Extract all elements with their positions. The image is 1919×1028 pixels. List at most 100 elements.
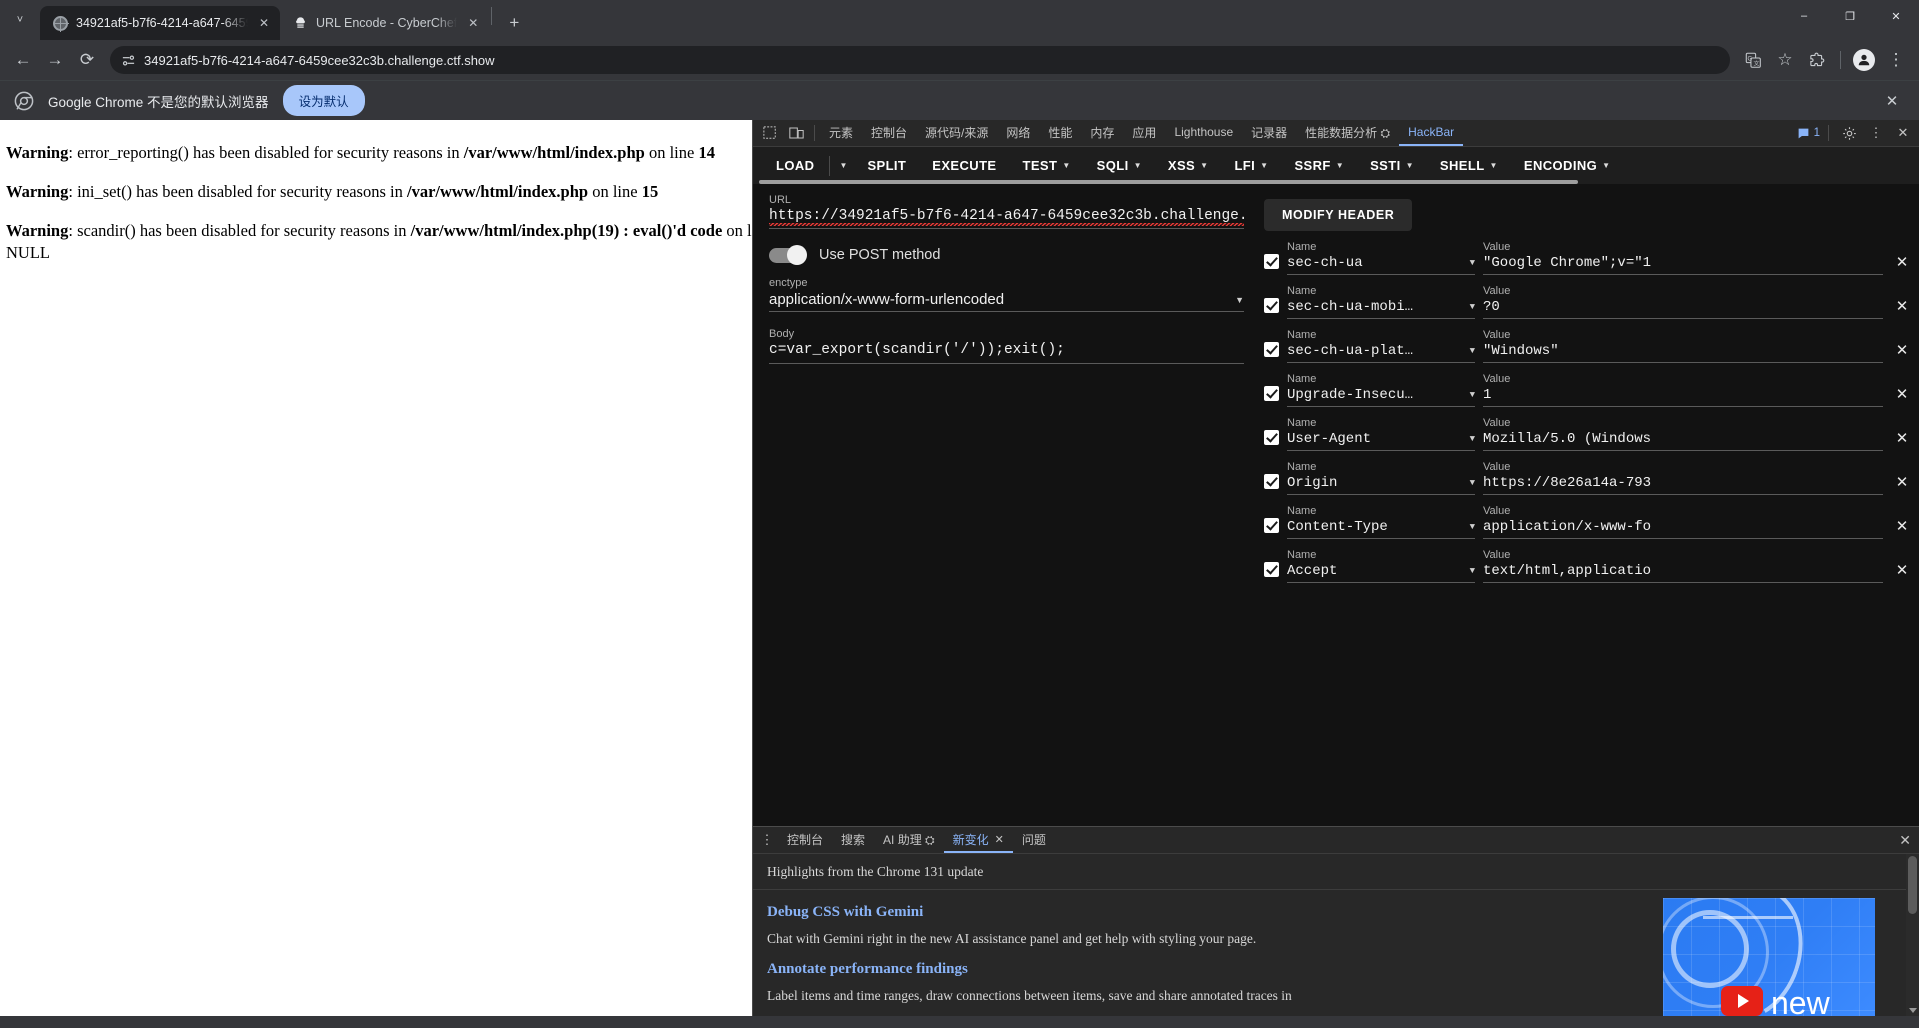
tab-console[interactable]: 控制台 — [862, 120, 916, 146]
header-enabled-checkbox[interactable] — [1264, 430, 1279, 445]
infobar-close-icon[interactable]: ✕ — [1879, 88, 1905, 114]
hackbar-xss-menu[interactable]: XSS ▼ — [1155, 149, 1222, 182]
tab-hackbar[interactable]: HackBar — [1399, 120, 1464, 146]
tab-recorder[interactable]: 记录器 — [1242, 120, 1296, 146]
header-value-input[interactable]: ?0 — [1483, 299, 1883, 319]
header-name-select[interactable]: sec-ch-ua-mobi… ▼ — [1287, 299, 1475, 319]
tab-network[interactable]: 网络 — [997, 120, 1039, 146]
header-remove-icon[interactable]: ✕ — [1891, 253, 1913, 271]
drawer-scrollbar[interactable] — [1906, 854, 1919, 1016]
header-enabled-checkbox[interactable] — [1264, 298, 1279, 313]
header-remove-icon[interactable]: ✕ — [1891, 429, 1913, 447]
tab-elements[interactable]: 元素 — [820, 120, 862, 146]
header-remove-icon[interactable]: ✕ — [1891, 341, 1913, 359]
hackbar-load-button[interactable]: LOAD — [763, 149, 827, 182]
header-enabled-checkbox[interactable] — [1264, 342, 1279, 357]
hackbar-lfi-menu[interactable]: LFI ▼ — [1221, 149, 1281, 182]
body-input[interactable]: c=var_export(scandir('/'));exit(); — [769, 342, 1244, 364]
header-name-select[interactable]: User-Agent ▼ — [1287, 431, 1475, 451]
hackbar-ssrf-menu[interactable]: SSRF ▼ — [1281, 149, 1357, 182]
header-name-select[interactable]: Accept ▼ — [1287, 563, 1475, 583]
header-value-input[interactable]: text/html,applicatio — [1483, 563, 1883, 583]
drawer-tab-console[interactable]: 控制台 — [778, 827, 832, 853]
header-remove-icon[interactable]: ✕ — [1891, 517, 1913, 535]
drawer-tab-issues[interactable]: 问题 — [1013, 827, 1055, 853]
header-value-input[interactable]: "Windows" — [1483, 343, 1883, 363]
browser-tab-2-close-icon[interactable]: ✕ — [465, 15, 481, 31]
browser-tab-1[interactable]: 34921af5-b7f6-4214-a647-6459cee32c3b.cha… — [40, 6, 280, 40]
hackbar-toolbar-scrollbar[interactable] — [759, 180, 1913, 184]
youtube-play-icon[interactable] — [1721, 986, 1763, 1016]
close-window-button[interactable]: ✕ — [1873, 0, 1919, 32]
tab-search-button[interactable]: ˅ — [0, 0, 40, 40]
header-enabled-checkbox[interactable] — [1264, 518, 1279, 533]
tab-performance-insights[interactable]: 性能数据分析 ⛭ — [1296, 120, 1399, 146]
new-tab-button[interactable]: + — [500, 9, 528, 37]
tab-lighthouse[interactable]: Lighthouse — [1165, 120, 1242, 146]
hackbar-load-dropdown-icon[interactable]: ▼ — [832, 149, 854, 182]
issues-badge[interactable]: 1 — [1797, 127, 1820, 140]
drawer-tab-whats-new[interactable]: 新变化 ✕ — [943, 827, 1013, 853]
tab-application[interactable]: 应用 — [1123, 120, 1165, 146]
use-post-method-row[interactable]: Use POST method — [769, 245, 1244, 265]
address-bar[interactable]: 34921af5-b7f6-4214-a647-6459cee32c3b.cha… — [110, 46, 1730, 74]
drawer-tab-ai-assistant[interactable]: AI 助理 ⛭ — [874, 827, 944, 853]
maximize-button[interactable]: ❐ — [1827, 0, 1873, 32]
bookmark-star-icon[interactable]: ☆ — [1770, 45, 1800, 75]
hackbar-test-menu[interactable]: TEST ▼ — [1009, 149, 1083, 182]
header-value-input[interactable]: 1 — [1483, 387, 1883, 407]
hackbar-split-button[interactable]: SPLIT — [854, 149, 919, 182]
header-name-select[interactable]: sec-ch-ua ▼ — [1287, 255, 1475, 275]
header-enabled-checkbox[interactable] — [1264, 386, 1279, 401]
header-name-select[interactable]: Content-Type ▼ — [1287, 519, 1475, 539]
drawer-tab-close-icon[interactable]: ✕ — [995, 833, 1004, 846]
inspect-element-icon[interactable] — [757, 121, 783, 145]
translate-icon[interactable]: G 文 — [1738, 45, 1768, 75]
header-remove-icon[interactable]: ✕ — [1891, 473, 1913, 491]
forward-button[interactable]: → — [40, 45, 70, 75]
site-settings-icon[interactable] — [120, 52, 136, 68]
browser-tab-1-close-icon[interactable]: ✕ — [256, 15, 272, 31]
use-post-method-toggle[interactable] — [769, 245, 807, 265]
header-value-input[interactable]: "Google Chrome";v="1 — [1483, 255, 1883, 275]
tab-performance[interactable]: 性能 — [1039, 120, 1081, 146]
drawer-menu-icon[interactable]: ⋮ — [756, 832, 778, 848]
header-name-select[interactable]: Origin ▼ — [1287, 475, 1475, 495]
tab-sources[interactable]: 源代码/来源 — [916, 120, 997, 146]
header-remove-icon[interactable]: ✕ — [1891, 385, 1913, 403]
browser-tab-2[interactable]: URL Encode - CyberChef ✕ — [280, 6, 489, 40]
set-as-default-button[interactable]: 设为默认 — [282, 85, 365, 116]
browser-menu-icon[interactable]: ⋮ — [1881, 45, 1911, 75]
devtools-close-icon[interactable]: ✕ — [1891, 122, 1915, 144]
whats-new-video-thumbnail[interactable]: new — [1663, 898, 1875, 1016]
drawer-tab-search[interactable]: 搜索 — [832, 827, 874, 853]
gear-icon[interactable] — [1837, 122, 1861, 144]
drawer-close-icon[interactable]: ✕ — [1899, 832, 1911, 849]
hackbar-encoding-menu[interactable]: ENCODING ▼ — [1511, 149, 1624, 182]
extensions-icon[interactable] — [1802, 45, 1832, 75]
devtools-more-icon[interactable]: ⋮ — [1864, 122, 1888, 144]
header-name-select[interactable]: sec-ch-ua-plat… ▼ — [1287, 343, 1475, 363]
header-enabled-checkbox[interactable] — [1264, 474, 1279, 489]
header-enabled-checkbox[interactable] — [1264, 562, 1279, 577]
header-value-input[interactable]: https://8e26a14a-793 — [1483, 475, 1883, 495]
header-value-input[interactable]: application/x-www-fo — [1483, 519, 1883, 539]
header-enabled-checkbox[interactable] — [1264, 254, 1279, 269]
minimize-button[interactable]: – — [1781, 0, 1827, 32]
hackbar-execute-button[interactable]: EXECUTE — [919, 149, 1009, 182]
device-toolbar-icon[interactable] — [783, 121, 809, 145]
back-button[interactable]: ← — [8, 45, 38, 75]
tab-memory[interactable]: 内存 — [1081, 120, 1123, 146]
reload-button[interactable]: ⟳ — [72, 45, 102, 75]
header-remove-icon[interactable]: ✕ — [1891, 297, 1913, 315]
hackbar-sqli-menu[interactable]: SQLI ▼ — [1084, 149, 1155, 182]
header-value-input[interactable]: Mozilla/5.0 (Windows — [1483, 431, 1883, 451]
header-name-select[interactable]: Upgrade-Insecu… ▼ — [1287, 387, 1475, 407]
modify-header-button[interactable]: MODIFY HEADER — [1264, 199, 1413, 231]
avatar[interactable] — [1849, 45, 1879, 75]
header-remove-icon[interactable]: ✕ — [1891, 561, 1913, 579]
hackbar-ssti-menu[interactable]: SSTI ▼ — [1357, 149, 1427, 182]
hackbar-shell-menu[interactable]: SHELL ▼ — [1427, 149, 1511, 182]
url-input[interactable]: https://34921af5-b7f6-4214-a647-6459cee3… — [769, 208, 1244, 229]
enctype-select[interactable]: application/x-www-form-urlencoded ▼ — [769, 291, 1244, 312]
